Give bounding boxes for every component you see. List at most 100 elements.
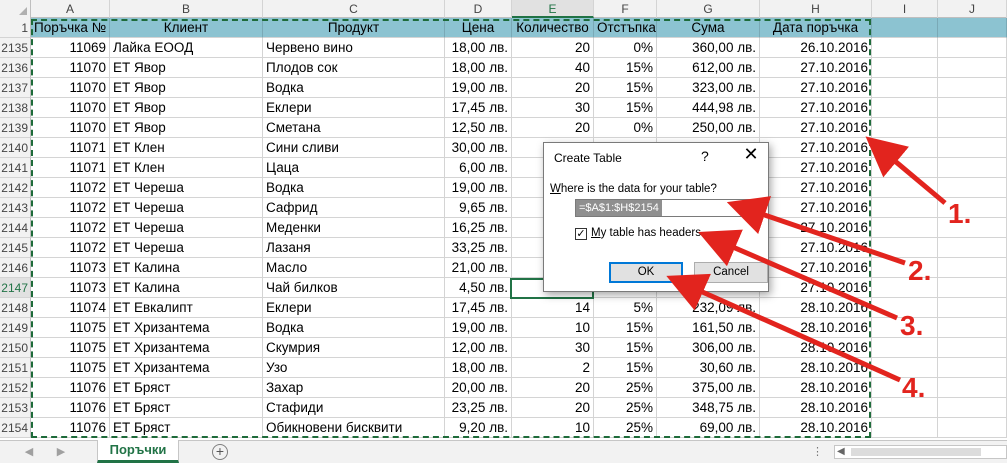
cell-b[interactable]: ЕТ Явор bbox=[110, 118, 263, 138]
empty-cell[interactable] bbox=[938, 78, 1007, 98]
empty-cell[interactable] bbox=[938, 338, 1007, 358]
cell-d[interactable]: 18,00 лв. bbox=[445, 58, 512, 78]
cell-a[interactable]: 11076 bbox=[31, 378, 110, 398]
cell-h[interactable]: 28.10.2016 bbox=[760, 338, 872, 358]
cell-d[interactable]: 19,00 лв. bbox=[445, 78, 512, 98]
table-range-value[interactable]: =$A$1:$H$2154 bbox=[576, 200, 662, 216]
header-cell-g[interactable]: Сума bbox=[657, 18, 760, 38]
empty-cell[interactable] bbox=[938, 118, 1007, 138]
cell-b[interactable]: ЕТ Явор bbox=[110, 98, 263, 118]
cell-h[interactable]: 27.10.2016 bbox=[760, 58, 872, 78]
cell-a[interactable]: 11072 bbox=[31, 198, 110, 218]
cell-c[interactable]: Червено вино bbox=[263, 38, 445, 58]
cell-c[interactable]: Чай билков bbox=[263, 278, 445, 298]
cell-c[interactable]: Меденки bbox=[263, 218, 445, 238]
cell-f[interactable]: 15% bbox=[594, 358, 657, 378]
cell-e[interactable]: 30 bbox=[512, 98, 594, 118]
row-header[interactable]: 2137 bbox=[0, 78, 31, 98]
cell-b[interactable]: ЕТ Череша bbox=[110, 218, 263, 238]
empty-cell[interactable] bbox=[872, 218, 938, 238]
cell-d[interactable]: 23,25 лв. bbox=[445, 398, 512, 418]
header-cell-e[interactable]: Количество bbox=[512, 18, 594, 38]
cell-a[interactable]: 11075 bbox=[31, 358, 110, 378]
cell-c[interactable]: Водка bbox=[263, 78, 445, 98]
cell-c[interactable]: Скумрия bbox=[263, 338, 445, 358]
header-cell-c[interactable]: Продукт bbox=[263, 18, 445, 38]
scroll-thumb[interactable] bbox=[851, 448, 981, 456]
cell-a[interactable]: 11069 bbox=[31, 38, 110, 58]
cell-d[interactable]: 33,25 лв. bbox=[445, 238, 512, 258]
cell-h[interactable]: 28.10.2016 bbox=[760, 378, 872, 398]
row-header[interactable]: 2143 bbox=[0, 198, 31, 218]
cell-d[interactable]: 16,25 лв. bbox=[445, 218, 512, 238]
cell-a[interactable]: 11076 bbox=[31, 398, 110, 418]
cell-c[interactable]: Стафиди bbox=[263, 398, 445, 418]
cell-d[interactable]: 9,65 лв. bbox=[445, 198, 512, 218]
cell-c[interactable]: Водка bbox=[263, 178, 445, 198]
table-range-input[interactable]: =$A$1:$H$2154 bbox=[575, 199, 765, 217]
header-cell-a[interactable]: Поръчка № bbox=[31, 18, 110, 38]
cell-b[interactable]: ЕТ Калина bbox=[110, 278, 263, 298]
cell-a[interactable]: 11070 bbox=[31, 78, 110, 98]
cell-e[interactable]: 10 bbox=[512, 318, 594, 338]
sheet-nav-left-icon[interactable]: ◀ bbox=[22, 445, 36, 459]
cell-c[interactable]: Водка bbox=[263, 318, 445, 338]
help-icon[interactable]: ? bbox=[701, 148, 715, 164]
cell-b[interactable]: ЕТ Бряст bbox=[110, 378, 263, 398]
empty-cell[interactable] bbox=[872, 118, 938, 138]
empty-cell[interactable] bbox=[938, 158, 1007, 178]
cell-c[interactable]: Еклери bbox=[263, 98, 445, 118]
row-header[interactable]: 2138 bbox=[0, 98, 31, 118]
cell-b[interactable]: ЕТ Калина bbox=[110, 258, 263, 278]
cell-e[interactable]: 30 bbox=[512, 338, 594, 358]
cell-f[interactable]: 15% bbox=[594, 98, 657, 118]
column-header-f[interactable]: F bbox=[594, 0, 657, 18]
cell-a[interactable]: 11072 bbox=[31, 178, 110, 198]
cell-f[interactable]: 25% bbox=[594, 418, 657, 438]
cell-g[interactable]: 69,00 лв. bbox=[657, 418, 760, 438]
cell-c[interactable]: Еклери bbox=[263, 298, 445, 318]
empty-cell[interactable] bbox=[938, 418, 1007, 438]
cell-c[interactable]: Цаца bbox=[263, 158, 445, 178]
column-header-i[interactable]: I bbox=[872, 0, 938, 18]
cell-b[interactable]: ЕТ Череша bbox=[110, 238, 263, 258]
cell-c[interactable]: Сини сливи bbox=[263, 138, 445, 158]
cell-b[interactable]: ЕТ Бряст bbox=[110, 398, 263, 418]
cell-g[interactable]: 375,00 лв. bbox=[657, 378, 760, 398]
cell-a[interactable]: 11073 bbox=[31, 258, 110, 278]
row-header[interactable]: 2146 bbox=[0, 258, 31, 278]
cell-e[interactable]: 40 bbox=[512, 58, 594, 78]
row-header[interactable]: 2145 bbox=[0, 238, 31, 258]
row-header[interactable]: 2140 bbox=[0, 138, 31, 158]
cell-b[interactable]: ЕТ Явор bbox=[110, 58, 263, 78]
empty-cell[interactable] bbox=[938, 258, 1007, 278]
ok-button[interactable]: OK bbox=[609, 262, 683, 283]
cell-a[interactable]: 11072 bbox=[31, 218, 110, 238]
header-cell-h[interactable]: Дата поръчка bbox=[760, 18, 872, 38]
cell-c[interactable]: Лазаня bbox=[263, 238, 445, 258]
cell-a[interactable]: 11075 bbox=[31, 318, 110, 338]
cell-b[interactable]: ЕТ Бряст bbox=[110, 418, 263, 438]
empty-cell[interactable] bbox=[938, 318, 1007, 338]
cell-a[interactable]: 11070 bbox=[31, 98, 110, 118]
cell-d[interactable]: 12,50 лв. bbox=[445, 118, 512, 138]
sheet-tab-orders[interactable]: Поръчки bbox=[97, 440, 179, 463]
cell-d[interactable]: 30,00 лв. bbox=[445, 138, 512, 158]
cell-c[interactable]: Сметана bbox=[263, 118, 445, 138]
empty-cell[interactable] bbox=[938, 298, 1007, 318]
cell-f[interactable]: 25% bbox=[594, 398, 657, 418]
empty-cell[interactable] bbox=[872, 198, 938, 218]
cell-g[interactable]: 360,00 лв. bbox=[657, 38, 760, 58]
cell-f[interactable]: 0% bbox=[594, 38, 657, 58]
cell-h[interactable]: 28.10.2016 bbox=[760, 298, 872, 318]
collapse-dialog-icon[interactable] bbox=[744, 200, 764, 216]
cell-a[interactable]: 11070 bbox=[31, 118, 110, 138]
cell-g[interactable]: 250,00 лв. bbox=[657, 118, 760, 138]
empty-cell[interactable] bbox=[872, 178, 938, 198]
cell-h[interactable]: 28.10.2016 bbox=[760, 358, 872, 378]
empty-cell[interactable] bbox=[872, 78, 938, 98]
sheet-nav-right-icon[interactable]: ▶ bbox=[54, 445, 68, 459]
row-header[interactable]: 2152 bbox=[0, 378, 31, 398]
cell-c[interactable]: Масло bbox=[263, 258, 445, 278]
cell-d[interactable]: 21,00 лв. bbox=[445, 258, 512, 278]
